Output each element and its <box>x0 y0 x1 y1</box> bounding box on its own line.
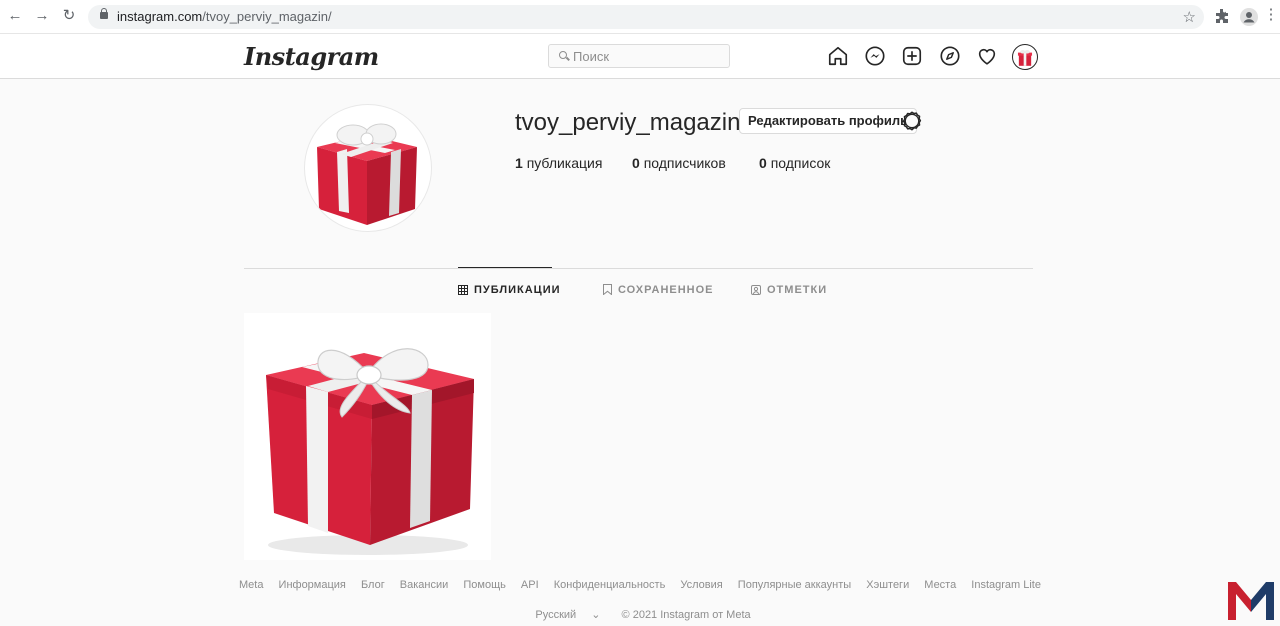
gift-box-icon <box>1017 49 1033 66</box>
search-input[interactable]: Поиск <box>548 44 730 68</box>
tab-publications[interactable]: ПУБЛИКАЦИИ <box>458 284 561 296</box>
post-thumbnail[interactable] <box>244 313 491 560</box>
footer-link[interactable]: Информация <box>279 579 346 591</box>
home-icon[interactable] <box>827 45 849 67</box>
profile-account-icon[interactable] <box>1240 8 1258 26</box>
followers-label: подписчиков <box>643 155 726 171</box>
posts-count-stat: 1 публикация <box>515 155 602 171</box>
gift-box-post-image <box>244 313 491 560</box>
url-text[interactable]: instagram.com/tvoy_perviy_magazin/ <box>117 9 332 24</box>
followers-count: 0 <box>632 155 640 171</box>
edit-profile-button[interactable]: Редактировать профиль <box>739 108 918 134</box>
chevron-down-icon: ⌄ <box>591 609 601 621</box>
tab-saved[interactable]: СОХРАНЕННОЕ <box>603 284 714 296</box>
language-select[interactable]: Русский ⌄ <box>529 609 606 621</box>
posts-label: публикация <box>526 155 603 171</box>
footer-link[interactable]: Условия <box>680 579 722 591</box>
forward-icon[interactable]: → <box>33 7 51 25</box>
instagram-header: Instagram Поиск <box>0 34 1280 79</box>
instagram-logo[interactable]: Instagram <box>244 42 379 71</box>
extensions-icon[interactable] <box>1214 8 1230 24</box>
grid-icon <box>458 285 468 295</box>
footer-link[interactable]: Instagram Lite <box>971 579 1041 591</box>
tab-publications-label: ПУБЛИКАЦИИ <box>474 284 561 296</box>
tab-tagged-label: ОТМЕТКИ <box>767 284 828 296</box>
footer-bottom: Русский ⌄ © 2021 Instagram от Meta <box>0 608 1280 621</box>
gift-box-image <box>317 123 417 225</box>
settings-gear-icon[interactable] <box>901 110 923 132</box>
profile-picture[interactable] <box>304 104 432 232</box>
reload-icon[interactable]: ↻ <box>60 7 78 25</box>
url-path: /tvoy_perviy_magazin/ <box>202 9 332 24</box>
language-label: Русский <box>535 609 577 621</box>
tag-icon <box>751 285 761 295</box>
search-placeholder: Поиск <box>573 49 610 64</box>
new-post-icon[interactable] <box>901 45 923 67</box>
footer-link[interactable]: Блог <box>361 579 385 591</box>
active-tab-indicator <box>458 267 552 268</box>
address-bar[interactable]: instagram.com/tvoy_perviy_magazin/ ☆ <box>88 5 1204 29</box>
tab-tagged[interactable]: ОТМЕТКИ <box>751 284 827 296</box>
footer-link[interactable]: Популярные аккаунты <box>738 579 851 591</box>
browser-toolbar: ← → ↻ instagram.com/tvoy_perviy_magazin/… <box>0 0 1280 34</box>
footer-link[interactable]: API <box>521 579 539 591</box>
header-avatar[interactable] <box>1012 44 1038 70</box>
search-icon <box>559 51 567 59</box>
url-domain: instagram.com <box>117 9 203 24</box>
back-icon[interactable]: ← <box>6 7 24 25</box>
footer-link[interactable]: Конфиденциальность <box>554 579 666 591</box>
profile-username: tvoy_perviy_magazin <box>515 109 741 136</box>
bookmark-icon <box>603 284 612 295</box>
following-count: 0 <box>759 155 767 171</box>
tab-saved-label: СОХРАНЕННОЕ <box>618 284 714 296</box>
footer-link[interactable]: Помощь <box>463 579 506 591</box>
following-label: подписок <box>770 155 831 171</box>
footer-link[interactable]: Хэштеги <box>866 579 909 591</box>
explore-icon[interactable] <box>939 45 961 67</box>
lock-icon[interactable] <box>100 8 108 19</box>
footer-link[interactable]: Meta <box>239 579 263 591</box>
followers-stat[interactable]: 0 подписчиков <box>632 155 726 171</box>
tabs-divider <box>244 268 1033 269</box>
bookmark-star-icon[interactable]: ☆ <box>1183 8 1196 26</box>
activity-heart-icon[interactable] <box>976 45 998 67</box>
corner-m-logo <box>1228 582 1274 620</box>
following-stat[interactable]: 0 подписок <box>759 155 830 171</box>
footer-links: Meta Информация Блог Вакансии Помощь API… <box>0 579 1280 591</box>
menu-kebab-icon[interactable]: ⋮ <box>1262 6 1280 24</box>
copyright-text: © 2021 Instagram от Meta <box>621 609 751 621</box>
messenger-icon[interactable] <box>864 45 886 67</box>
footer-link[interactable]: Вакансии <box>400 579 449 591</box>
posts-count: 1 <box>515 155 523 171</box>
footer-link[interactable]: Места <box>924 579 956 591</box>
